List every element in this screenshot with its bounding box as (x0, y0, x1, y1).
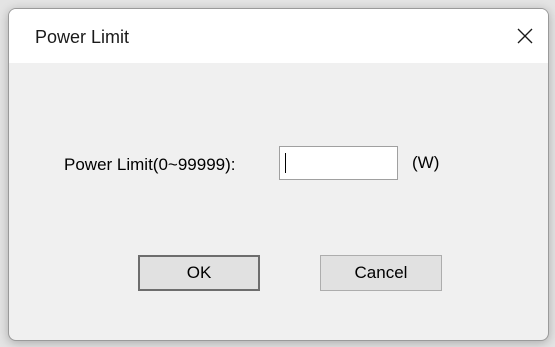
power-limit-label: Power Limit(0~99999): (64, 155, 236, 174)
power-limit-dialog: Power Limit Power Limit(0~99999): (W) OK… (8, 8, 549, 341)
dialog-title: Power Limit (35, 27, 130, 47)
power-limit-input[interactable] (279, 146, 398, 180)
title-bar: Power Limit (9, 9, 548, 63)
text-caret (285, 153, 286, 173)
unit-label: (W) (412, 153, 440, 172)
ok-button[interactable]: OK (138, 255, 260, 291)
close-button[interactable] (502, 9, 548, 63)
close-icon (517, 28, 533, 44)
cancel-button[interactable]: Cancel (320, 255, 442, 291)
